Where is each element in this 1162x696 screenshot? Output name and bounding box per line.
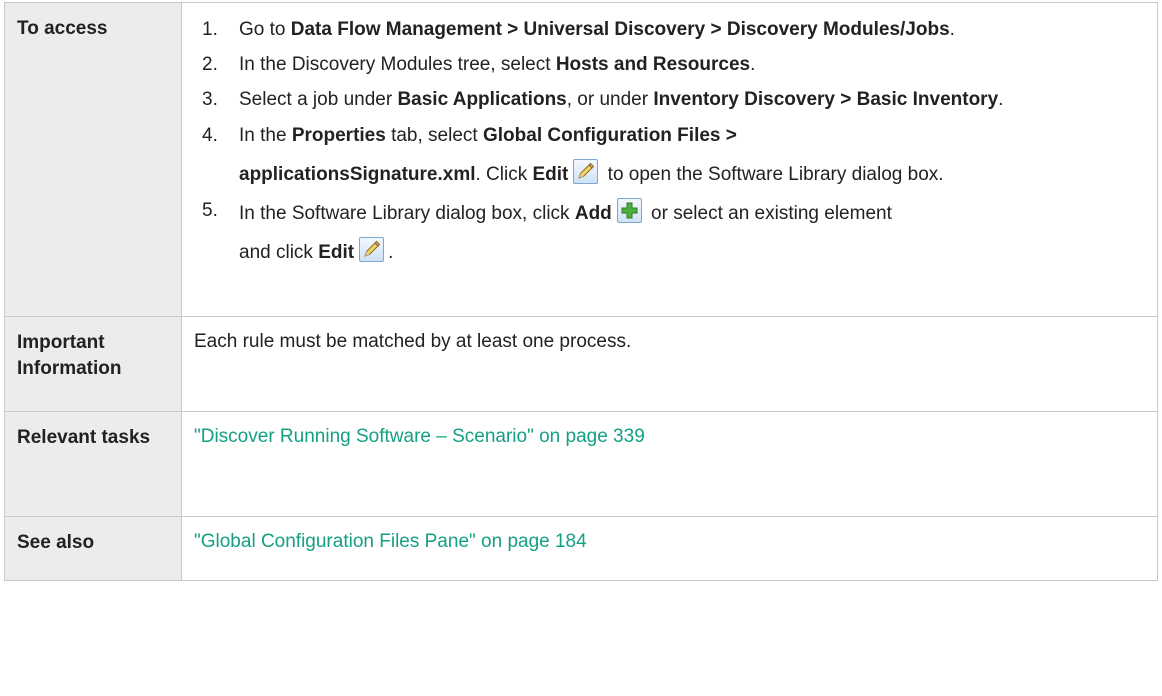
step-bold: Hosts and Resources	[555, 54, 751, 75]
step-text: to open the Software Library dialog box.	[602, 164, 944, 185]
step-number: 2.	[202, 54, 218, 75]
row-important-information: Important Information Each rule must be …	[4, 316, 1158, 412]
relevant-tasks-cell: "Discover Running Software – Scenario" o…	[181, 411, 1158, 517]
info-table: To access 1. Go to Data Flow Management …	[4, 2, 1158, 581]
see-also-link[interactable]: "Global Configuration Files Pane" on pag…	[194, 531, 587, 552]
relevant-task-link[interactable]: "Discover Running Software – Scenario" o…	[194, 426, 645, 447]
step-text: .	[388, 242, 394, 263]
step-bold: applicationsSignature.xml	[239, 164, 476, 185]
see-also-cell: "Global Configuration Files Pane" on pag…	[181, 516, 1158, 581]
step-text: .	[998, 89, 1004, 110]
step-number: 5.	[202, 200, 218, 221]
step-text: In the Discovery Modules tree, select	[239, 54, 556, 75]
step-3: 3. Select a job under Basic Applications…	[194, 87, 1147, 113]
step-text: Go to	[239, 19, 291, 40]
step-bold: Global Configuration Files >	[482, 125, 737, 146]
access-steps-list: 1. Go to Data Flow Management > Universa…	[194, 17, 1147, 266]
step-4-line-2: applicationsSignature.xml. Click Edit to…	[239, 159, 1147, 188]
step-bold: Add	[574, 203, 612, 224]
step-5-line-2: and click Edit.	[239, 237, 1147, 266]
step-bold: Properties	[291, 125, 386, 146]
step-text: , or under	[566, 89, 654, 110]
step-bold: Edit	[318, 242, 355, 263]
row-relevant-tasks: Relevant tasks "Discover Running Softwar…	[4, 411, 1158, 517]
step-number: 1.	[202, 19, 218, 40]
step-text: and click	[239, 242, 319, 263]
step-bold: Edit	[532, 164, 569, 185]
row-to-access: To access 1. Go to Data Flow Management …	[4, 2, 1158, 317]
row-see-also: See also "Global Configuration Files Pan…	[4, 516, 1158, 581]
step-2: 2. In the Discovery Modules tree, select…	[194, 52, 1147, 78]
step-text: In the Software Library dialog box, clic…	[239, 203, 575, 224]
label-see-also: See also	[4, 516, 182, 581]
important-information-text: Each rule must be matched by at least on…	[181, 316, 1158, 412]
step-text: Select a job under	[239, 89, 398, 110]
step-number: 3.	[202, 89, 218, 110]
label-relevant-tasks: Relevant tasks	[4, 411, 182, 517]
step-number: 4.	[202, 125, 218, 146]
step-text: In the	[239, 125, 292, 146]
step-bold: Inventory Discovery > Basic Inventory	[653, 89, 999, 110]
step-text: tab, select	[385, 125, 483, 146]
step-bold: Data Flow Management > Universal Discove…	[290, 19, 950, 40]
step-text: or select an existing element	[645, 203, 892, 224]
step-5: 5. In the Software Library dialog box, c…	[194, 198, 1147, 266]
access-steps-cell: 1. Go to Data Flow Management > Universa…	[181, 2, 1158, 317]
step-text: .	[750, 54, 756, 75]
step-text: . Click	[475, 164, 533, 185]
step-4: 4. In the Properties tab, select Global …	[194, 123, 1147, 188]
step-1: 1. Go to Data Flow Management > Universa…	[194, 17, 1147, 43]
label-to-access: To access	[4, 2, 182, 317]
pencil-edit-icon	[359, 237, 385, 262]
step-text: .	[949, 19, 955, 40]
label-important-information: Important Information	[4, 316, 182, 412]
green-plus-add-icon	[616, 198, 642, 223]
step-bold: Basic Applications	[397, 89, 567, 110]
pencil-edit-icon	[573, 159, 599, 184]
